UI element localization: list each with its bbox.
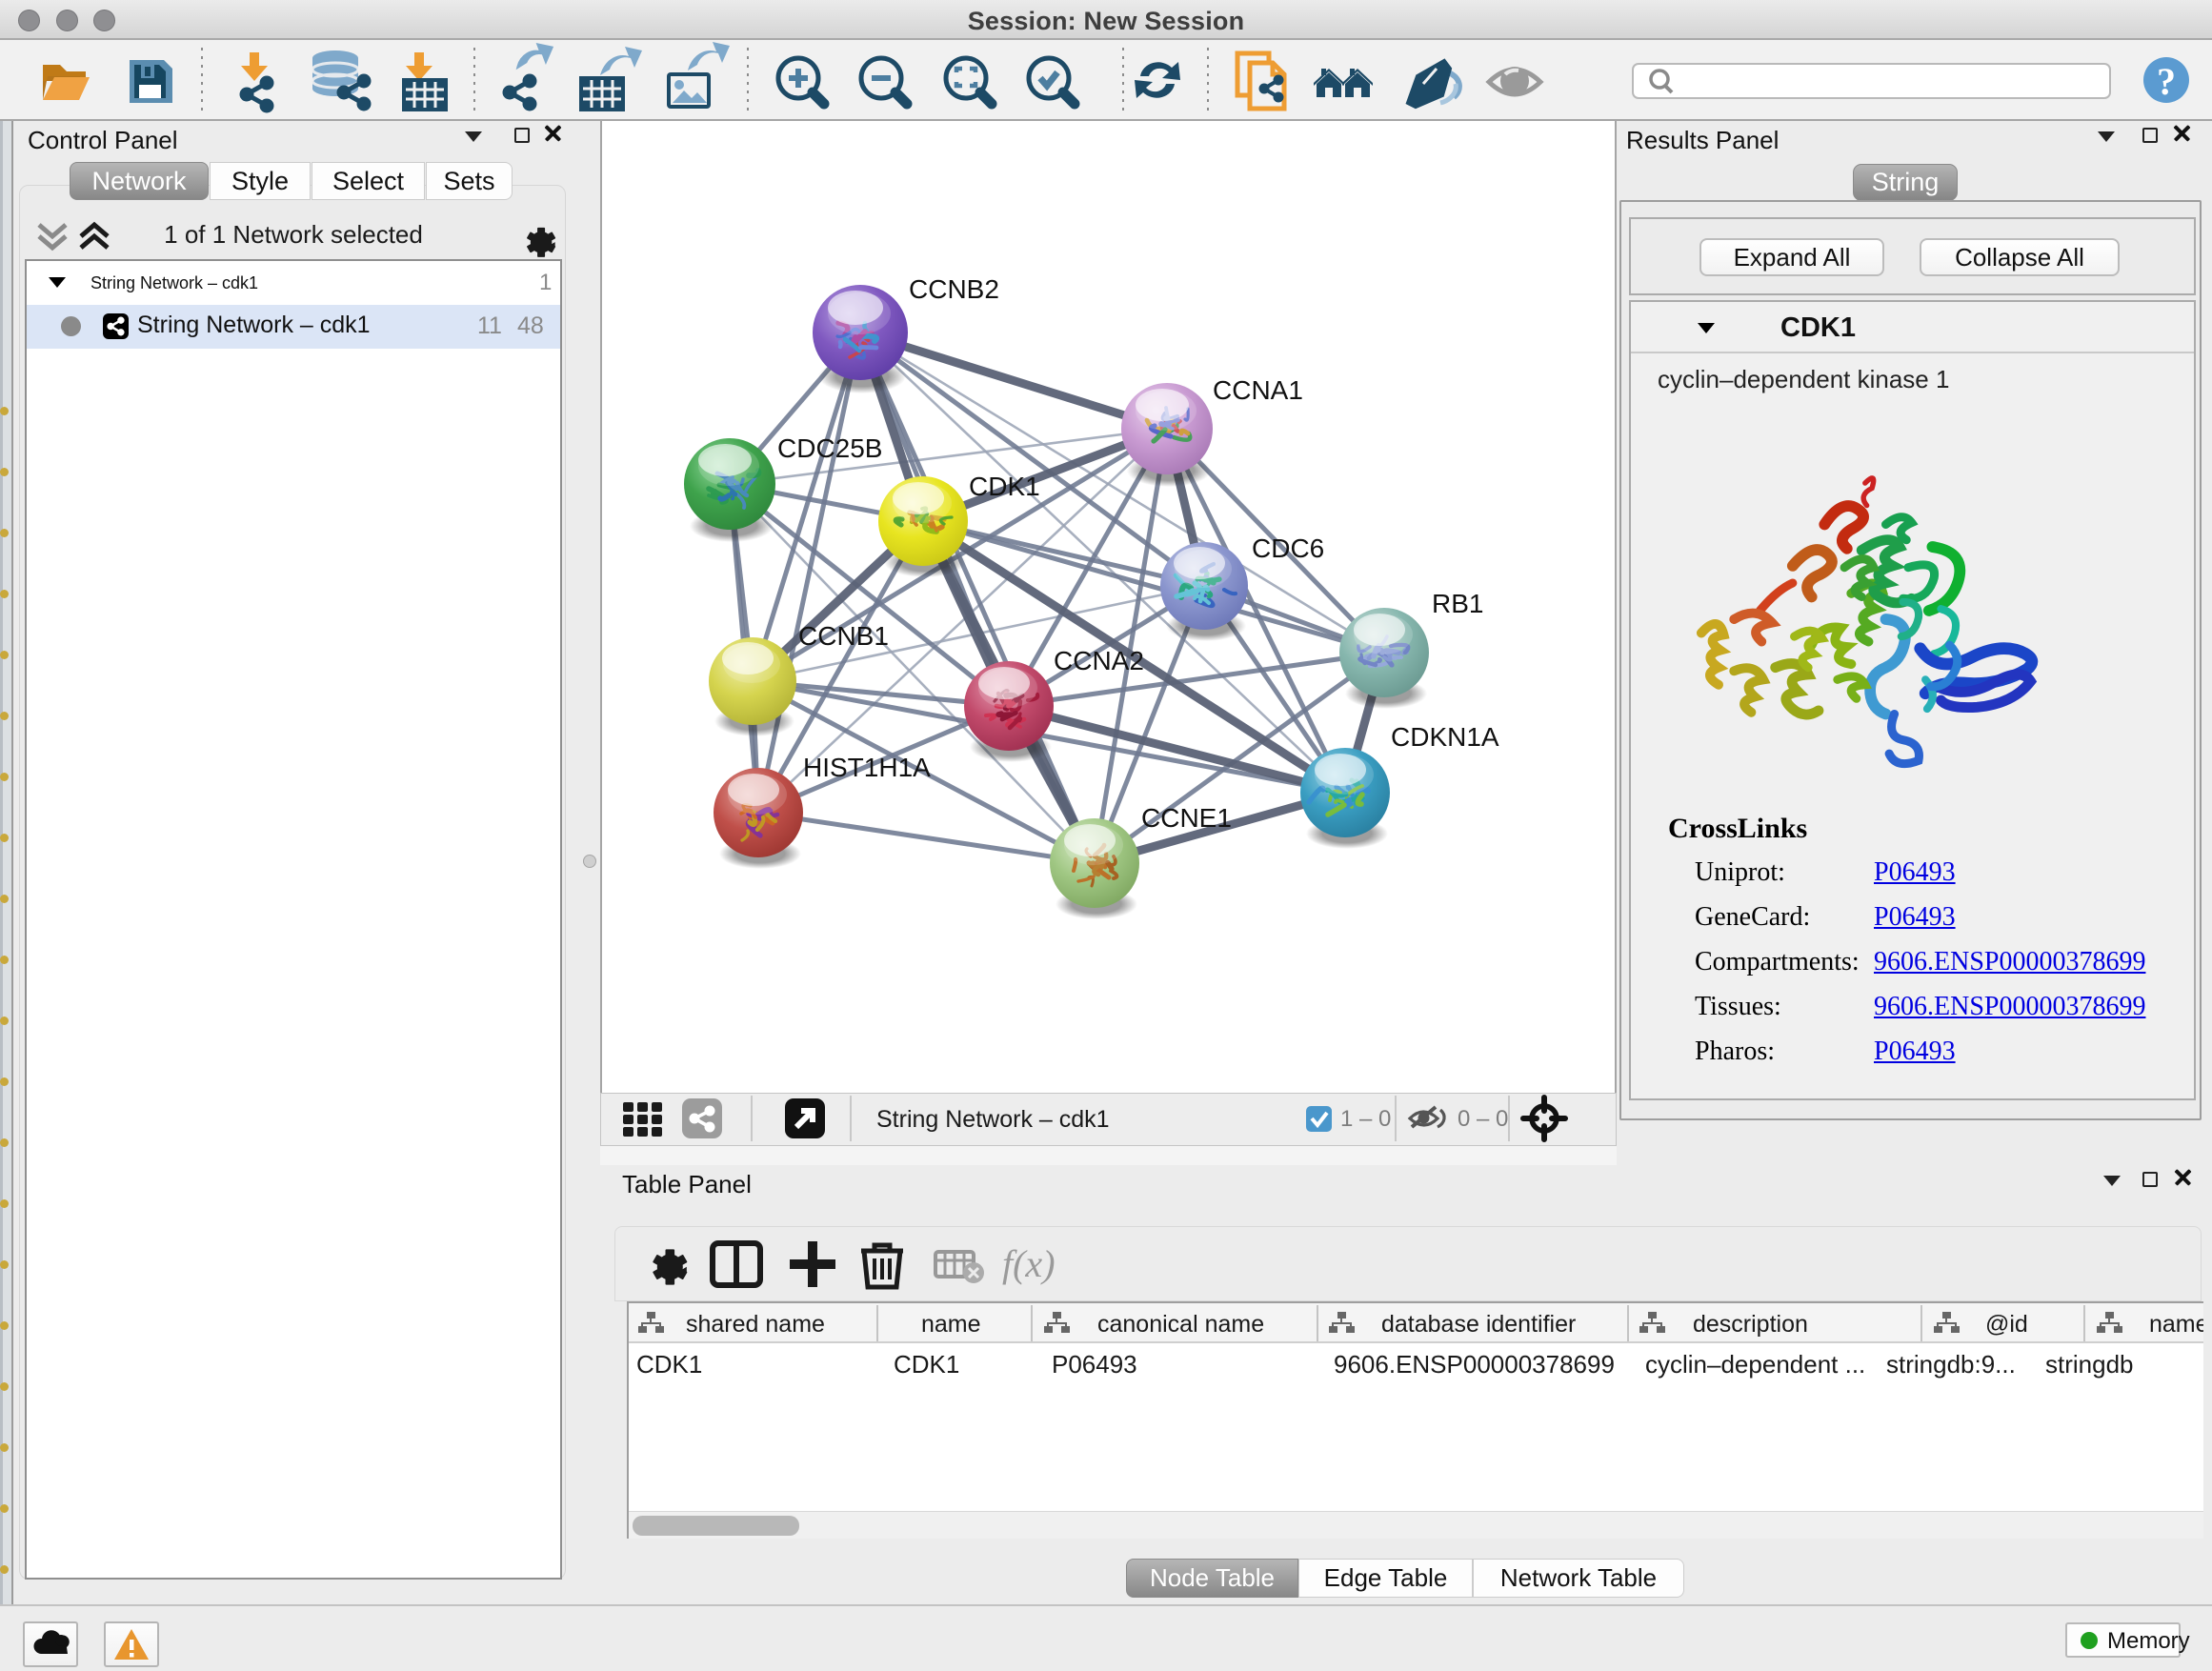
svg-text:CCNA1: CCNA1 [1213,375,1303,405]
svg-text:f(x): f(x) [1002,1242,1056,1285]
svg-text:1 – 0: 1 – 0 [1340,1106,1391,1132]
svg-text:description: description [1693,1311,1808,1338]
svg-text:CCNB2: CCNB2 [909,274,999,304]
svg-text:CDKN1A: CDKN1A [1391,722,1499,752]
svg-text:@id: @id [1985,1311,2028,1338]
svg-text:CDC6: CDC6 [1252,534,1324,563]
svg-text:CCNB1: CCNB1 [798,621,889,651]
svg-text:String Network – cdk1: String Network – cdk1 [876,1106,1110,1133]
svg-text:canonical name: canonical name [1097,1311,1264,1338]
svg-text:CDC25B: CDC25B [777,433,882,463]
svg-text:0 – 0: 0 – 0 [1458,1106,1508,1132]
svg-text:CCNA2: CCNA2 [1054,646,1144,675]
svg-text:namespac: namespac [2149,1311,2203,1338]
svg-text:CCNE1: CCNE1 [1141,803,1232,833]
svg-text:RB1: RB1 [1432,589,1483,618]
svg-text:shared name: shared name [686,1311,825,1338]
svg-text:database identifier: database identifier [1381,1311,1576,1338]
svg-text:CDK1: CDK1 [969,472,1040,501]
svg-text:?: ? [2157,60,2176,103]
svg-text:HIST1H1A: HIST1H1A [803,753,931,782]
svg-text:name: name [921,1311,981,1338]
